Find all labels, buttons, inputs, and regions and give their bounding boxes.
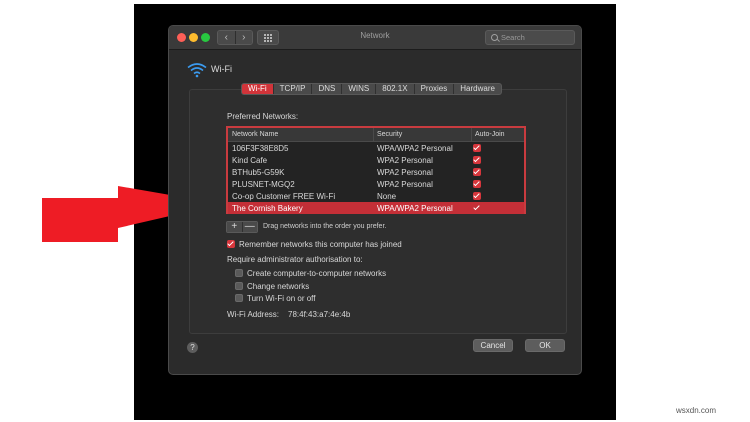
auto-join-checkbox[interactable] bbox=[473, 144, 481, 152]
network-name: PLUSNET-MGQ2 bbox=[232, 180, 295, 189]
network-security: WPA/WPA2 Personal bbox=[377, 204, 453, 213]
wifi-address-value: 78:4f:43:a7:4e:4b bbox=[288, 310, 351, 319]
require-admin-label: Require administrator authorisation to: bbox=[227, 255, 363, 264]
network-security: WPA2 Personal bbox=[377, 168, 433, 177]
network-name: Kind Cafe bbox=[232, 156, 268, 165]
search-input[interactable] bbox=[501, 31, 573, 44]
network-preferences-window: ‹ › Network Wi-Fi Wi-Fi TCP/IP DNS WINS … bbox=[168, 25, 582, 375]
auto-join-checkbox[interactable] bbox=[473, 204, 481, 212]
drag-hint-text: Drag networks into the order you prefer. bbox=[263, 223, 387, 230]
watermark: wsxdn.com bbox=[676, 406, 717, 415]
preferred-networks-label: Preferred Networks: bbox=[227, 112, 299, 121]
column-divider bbox=[373, 128, 374, 142]
ok-button[interactable]: OK bbox=[525, 339, 565, 352]
tab-wins[interactable]: WINS bbox=[342, 84, 377, 94]
column-security[interactable]: Security bbox=[377, 131, 402, 138]
table-row[interactable]: BTHub5-G59K WPA2 Personal bbox=[228, 166, 524, 178]
change-networks-checkbox[interactable] bbox=[235, 282, 243, 290]
network-name: Co-op Customer FREE Wi-Fi bbox=[232, 192, 336, 201]
network-name: The Cornish Bakery bbox=[232, 204, 303, 213]
tab-hardware[interactable]: Hardware bbox=[454, 84, 501, 94]
tab-wifi[interactable]: Wi-Fi bbox=[242, 84, 274, 94]
change-networks-label: Change networks bbox=[247, 282, 310, 291]
auto-join-checkbox[interactable] bbox=[473, 156, 481, 164]
tab-proxies[interactable]: Proxies bbox=[415, 84, 455, 94]
network-security: WPA2 Personal bbox=[377, 180, 433, 189]
help-button[interactable]: ? bbox=[187, 342, 198, 353]
search-icon bbox=[491, 34, 498, 41]
remove-network-button[interactable]: — bbox=[241, 222, 257, 232]
network-name: 106F3F38E8D5 bbox=[232, 144, 289, 153]
add-network-button[interactable]: + bbox=[227, 222, 242, 232]
tab-8021x[interactable]: 802.1X bbox=[376, 84, 415, 94]
create-computer-networks-label: Create computer-to-computer networks bbox=[247, 269, 387, 278]
wifi-icon bbox=[187, 63, 207, 78]
network-name: BTHub5-G59K bbox=[232, 168, 285, 177]
network-security: WPA2 Personal bbox=[377, 156, 433, 165]
remember-networks-label: Remember networks this computer has join… bbox=[239, 240, 402, 249]
auto-join-checkbox[interactable] bbox=[473, 192, 481, 200]
preferred-networks-table[interactable]: Network Name Security Auto-Join 106F3F38… bbox=[226, 126, 526, 214]
table-row[interactable]: PLUSNET-MGQ2 WPA2 Personal bbox=[228, 178, 524, 190]
remember-networks-checkbox[interactable] bbox=[227, 240, 235, 248]
create-computer-networks-checkbox[interactable] bbox=[235, 269, 243, 277]
tab-bar: Wi-Fi TCP/IP DNS WINS 802.1X Proxies Har… bbox=[241, 83, 502, 95]
turn-wifi-checkbox[interactable] bbox=[235, 294, 243, 302]
table-row[interactable]: Kind Cafe WPA2 Personal bbox=[228, 154, 524, 166]
auto-join-checkbox[interactable] bbox=[473, 168, 481, 176]
turn-wifi-label: Turn Wi-Fi on or off bbox=[247, 294, 316, 303]
auto-join-checkbox[interactable] bbox=[473, 180, 481, 188]
table-row[interactable]: 106F3F38E8D5 WPA/WPA2 Personal bbox=[228, 142, 524, 154]
wifi-address-label: Wi-Fi Address: bbox=[227, 310, 280, 319]
table-row[interactable]: Co-op Customer FREE Wi-Fi None bbox=[228, 190, 524, 202]
network-security: WPA/WPA2 Personal bbox=[377, 144, 453, 153]
column-divider bbox=[471, 128, 472, 142]
column-network-name[interactable]: Network Name bbox=[232, 131, 278, 138]
table-header: Network Name Security Auto-Join bbox=[228, 128, 524, 142]
tab-dns[interactable]: DNS bbox=[312, 84, 343, 94]
search-field[interactable] bbox=[485, 30, 575, 45]
network-security: None bbox=[377, 192, 397, 201]
column-auto-join[interactable]: Auto-Join bbox=[475, 131, 505, 138]
tab-tcpip[interactable]: TCP/IP bbox=[274, 84, 313, 94]
cancel-button[interactable]: Cancel bbox=[473, 339, 513, 352]
table-row-selected[interactable]: The Cornish Bakery WPA/WPA2 Personal bbox=[228, 202, 524, 214]
title-bar: ‹ › Network bbox=[169, 26, 581, 50]
add-remove-group: + — bbox=[226, 221, 258, 233]
interface-label: Wi-Fi bbox=[211, 64, 232, 74]
